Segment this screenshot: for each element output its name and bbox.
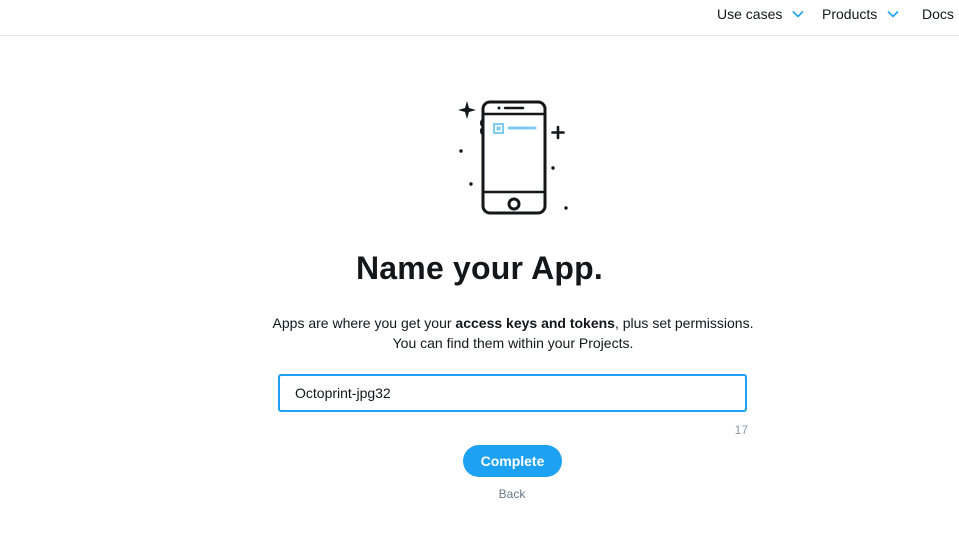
chevron-down-icon	[792, 10, 804, 18]
complete-button[interactable]: Complete	[463, 445, 562, 477]
nav-item-label: Use cases	[717, 6, 783, 22]
description-text-end: , plus set permissions.	[614, 315, 754, 331]
nav-item-products[interactable]: Products	[822, 5, 899, 23]
nav-item-label: Docs	[922, 6, 954, 22]
description-line2: You can find them within your Projects.	[392, 335, 634, 351]
nav-item-label: Products	[822, 6, 878, 22]
back-link[interactable]: Back	[462, 487, 562, 501]
description-text: Apps are where you get your	[272, 315, 456, 331]
app-name-input[interactable]	[278, 374, 747, 412]
description-bold-text: access keys and tokens	[455, 315, 615, 331]
chevron-down-icon	[887, 10, 899, 18]
top-nav: Use cases Products Docs	[0, 0, 959, 36]
page-title: Name your App.	[356, 250, 603, 286]
character-count: 17	[734, 423, 748, 437]
phone-illustration-icon	[458, 100, 568, 215]
nav-item-use-cases[interactable]: Use cases	[717, 5, 804, 23]
nav-item-docs[interactable]: Docs	[922, 5, 954, 23]
page-description: Apps are where you get your access keys …	[0, 313, 959, 353]
